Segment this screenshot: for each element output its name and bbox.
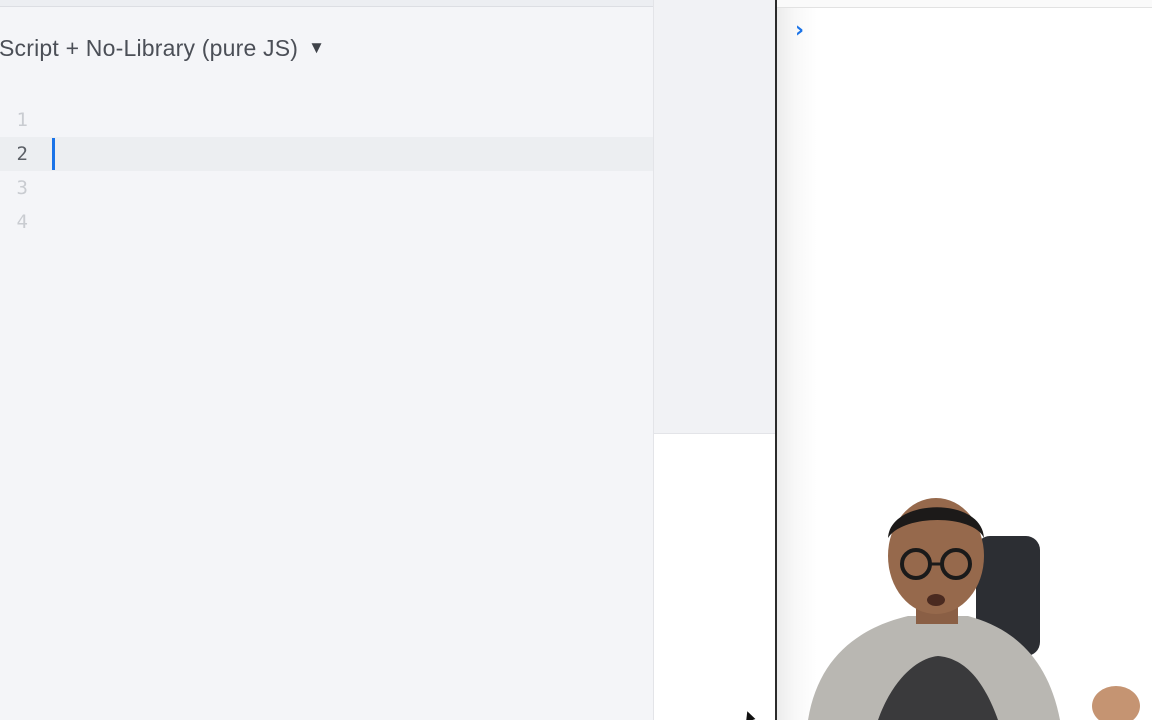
side-panel-top [654, 0, 775, 434]
line-number: 4 [16, 211, 28, 233]
hand [1092, 686, 1140, 720]
code-editor-panel: aScript + No-Library (pure JS) ▼ 1 2 3 4 [0, 0, 654, 720]
console-top-bar [777, 0, 1152, 8]
triangle-down-icon[interactable]: ▼ [308, 38, 325, 58]
code-line-text[interactable] [52, 137, 55, 171]
app-root: aScript + No-Library (pure JS) ▼ 1 2 3 4 [0, 0, 1152, 720]
line-number: 1 [16, 109, 28, 131]
mouth [927, 594, 945, 606]
side-panel-bottom [654, 434, 775, 720]
editor-top-bar [0, 0, 653, 7]
chevron-right-icon[interactable]: › [795, 18, 804, 43]
text-cursor [52, 138, 55, 170]
code-line[interactable]: 3 [0, 171, 653, 205]
line-number: 3 [16, 177, 28, 199]
language-selector[interactable]: aScript + No-Library (pure JS) ▼ [0, 32, 339, 64]
presenter-webcam [798, 488, 1152, 720]
code-line[interactable]: 1 [0, 103, 653, 137]
code-area[interactable]: 1 2 3 4 [0, 103, 653, 720]
presenter-figure [808, 498, 1140, 720]
language-label: aScript + No-Library (pure JS) [0, 34, 299, 61]
code-line[interactable]: 4 [0, 205, 653, 239]
line-number: 2 [16, 143, 28, 165]
code-line-active[interactable]: 2 [0, 137, 653, 171]
